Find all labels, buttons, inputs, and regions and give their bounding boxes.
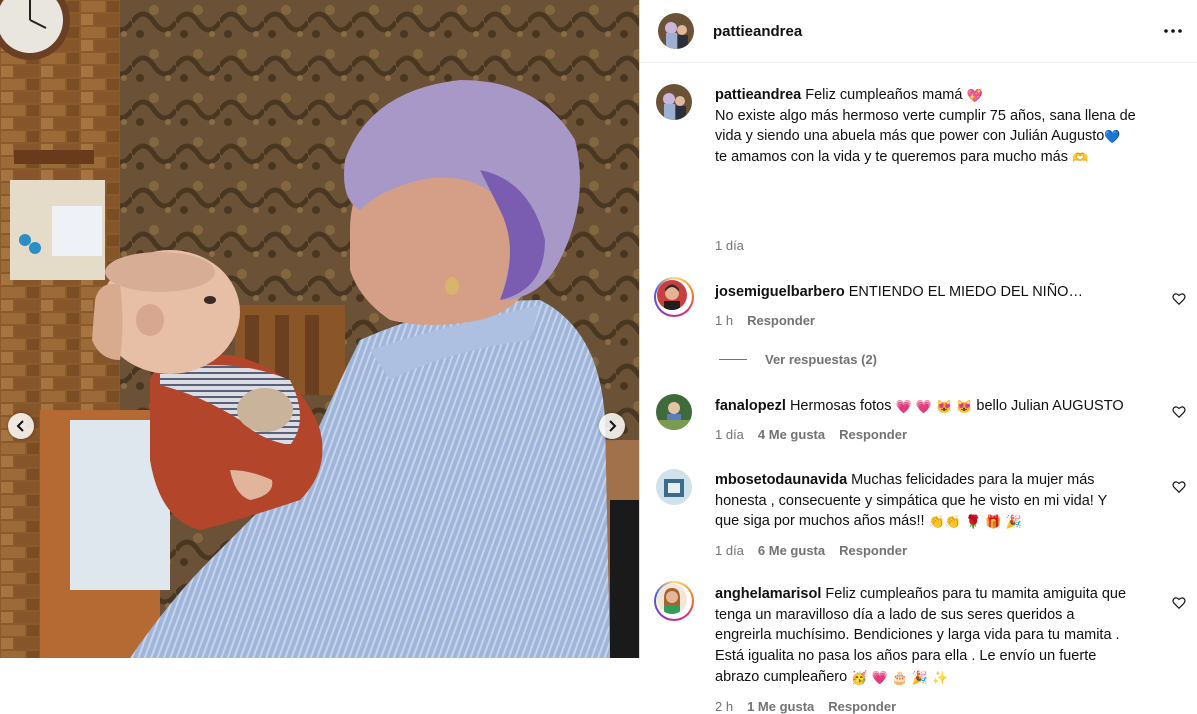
comment-line-1: Feliz cumpleaños para tu mamita amiguita… bbox=[825, 586, 1127, 602]
comment-likes[interactable]: 1 Me gusta bbox=[747, 699, 814, 714]
comment-likes[interactable]: 6 Me gusta bbox=[758, 543, 825, 558]
comment-username[interactable]: anghelamarisol bbox=[715, 586, 821, 602]
pink-heart-emoji: 💗 bbox=[871, 669, 888, 685]
commenter-avatar[interactable] bbox=[656, 469, 692, 505]
heart-outline-icon[interactable] bbox=[1172, 405, 1186, 419]
comment-meta: 1 h Responder bbox=[715, 313, 815, 328]
party-popper-emoji: 🎉 bbox=[911, 669, 929, 685]
comment-text: anghelamarisol Feliz cumpleaños para tu … bbox=[715, 584, 1175, 688]
partying-face-emoji: 🥳 bbox=[851, 669, 868, 685]
more-horizontal-icon[interactable] bbox=[1163, 21, 1183, 41]
clapping-hands-emoji: 👏 bbox=[928, 514, 945, 530]
birthday-cake-emoji: 🎂 bbox=[891, 669, 908, 685]
pink-heart-emoji: 💗 bbox=[915, 399, 932, 414]
commenter-avatar bbox=[657, 584, 687, 614]
comment-text: josemiguelbarbero ENTIENDO EL MIEDO DEL … bbox=[715, 282, 1175, 303]
comment-body-start: Hermosas fotos bbox=[789, 398, 896, 414]
comment-username[interactable]: mbosetodaunavida bbox=[715, 472, 847, 488]
comment-timestamp[interactable]: 2 h bbox=[715, 699, 733, 714]
instagram-post-modal: pattieandrea pattieandrea Feliz cumpleañ… bbox=[0, 0, 1197, 714]
caption-timestamp[interactable]: 1 día bbox=[715, 238, 744, 253]
chevron-left-icon bbox=[16, 420, 24, 432]
commenter-avatar bbox=[657, 280, 687, 310]
caption-line-1: Feliz cumpleaños mamá bbox=[805, 87, 967, 103]
gift-emoji: 🎁 bbox=[985, 514, 1002, 530]
pink-heart-emoji: 💗 bbox=[895, 399, 912, 414]
party-popper-emoji: 🎉 bbox=[1005, 514, 1022, 530]
rose-emoji: 🌹 bbox=[965, 514, 982, 530]
avatar-image bbox=[656, 394, 692, 430]
photo-illustration bbox=[0, 0, 639, 658]
heart-outline-icon[interactable] bbox=[1172, 480, 1186, 494]
avatar-image bbox=[656, 469, 692, 505]
author-username[interactable]: pattieandrea bbox=[713, 23, 802, 40]
comment-line-1: Muchas felicidades para la mujer más bbox=[851, 472, 1095, 488]
heart-eyes-cat-emoji: 😻 bbox=[935, 399, 953, 414]
comment-line-2: honesta , consecuente y simpática que he… bbox=[715, 492, 1108, 509]
comment-line-5: abrazo cumpleañero bbox=[715, 668, 852, 685]
reply-button[interactable]: Responder bbox=[839, 543, 907, 558]
heart-outline-icon[interactable] bbox=[1172, 596, 1186, 610]
sparkling-heart-emoji: 💖 bbox=[966, 88, 983, 103]
story-ring[interactable] bbox=[654, 277, 694, 317]
heart-hands-emoji: 🫶 bbox=[1072, 150, 1089, 166]
comment-timestamp[interactable]: 1 día bbox=[715, 427, 744, 442]
comment-line-2: tenga un maravilloso día a lado de sus s… bbox=[715, 606, 1075, 623]
commenter-avatar[interactable] bbox=[656, 394, 692, 430]
reply-button[interactable]: Responder bbox=[747, 313, 815, 328]
avatar-image bbox=[657, 584, 687, 614]
caption-username[interactable]: pattieandrea bbox=[715, 87, 801, 103]
caption-line-3: vida y siendo una abuela más que power c… bbox=[715, 128, 1105, 145]
comment-text: fanalopezl Hermosas fotos 💗 💗 😻 😻 bello … bbox=[715, 396, 1175, 417]
sparkles-emoji: ✨ bbox=[932, 669, 949, 685]
heart-outline-icon[interactable] bbox=[1172, 292, 1186, 306]
avatar-image bbox=[657, 280, 687, 310]
comment-line-3: engreirla muchísimo. Bendiciones y larga… bbox=[715, 627, 1120, 644]
caption-text: pattieandrea Feliz cumpleaños mamá 💖 No … bbox=[715, 85, 1175, 168]
story-ring[interactable] bbox=[654, 581, 694, 621]
blue-heart-emoji: 💙 bbox=[1104, 129, 1121, 145]
comment-line-4: Está igualita no pasa los años para ella… bbox=[715, 648, 1097, 665]
chevron-right-icon bbox=[609, 420, 617, 432]
comment-line-3: que siga por muchos años más!! bbox=[715, 513, 929, 530]
post-photo[interactable] bbox=[0, 0, 639, 658]
caption-meta: 1 día bbox=[715, 238, 758, 253]
clapping-hands-emoji: 👏 bbox=[944, 514, 961, 530]
replies-divider bbox=[719, 359, 747, 360]
heart-eyes-cat-emoji: 😻 bbox=[956, 399, 973, 414]
view-replies-button[interactable]: Ver respuestas (2) bbox=[719, 352, 877, 367]
caption-author-avatar[interactable] bbox=[656, 84, 692, 120]
comment-username[interactable]: fanalopezl bbox=[715, 398, 786, 414]
view-replies-label: Ver respuestas (2) bbox=[765, 352, 878, 367]
comment-timestamp[interactable]: 1 h bbox=[715, 313, 733, 328]
comment-body: ENTIENDO EL MIEDO DEL NIÑO… bbox=[848, 284, 1083, 300]
author-avatar[interactable] bbox=[658, 13, 694, 49]
next-photo-button[interactable] bbox=[599, 413, 625, 439]
comment-likes[interactable]: 4 Me gusta bbox=[758, 427, 825, 442]
caption-line-4: te amamos con la vida y te queremos para… bbox=[715, 149, 1073, 166]
comment-body-end: bello Julian AUGUSTO bbox=[972, 398, 1124, 414]
comment-text: mbosetodaunavida Muchas felicidades para… bbox=[715, 470, 1175, 532]
reply-button[interactable]: Responder bbox=[839, 427, 907, 442]
comment-meta: 1 día 6 Me gusta Responder bbox=[715, 543, 907, 558]
reply-button[interactable]: Responder bbox=[828, 699, 896, 714]
comments-panel: pattieandrea pattieandrea Feliz cumpleañ… bbox=[639, 0, 1197, 714]
post-header: pattieandrea bbox=[640, 0, 1197, 63]
caption-line-2: No existe algo más hermoso verte cumplir… bbox=[715, 107, 1136, 124]
caption-avatar-image bbox=[656, 84, 692, 120]
comment-timestamp[interactable]: 1 día bbox=[715, 543, 744, 558]
comment-username[interactable]: josemiguelbarbero bbox=[715, 284, 845, 300]
comment-meta: 1 día 4 Me gusta Responder bbox=[715, 427, 907, 442]
author-avatar-image bbox=[658, 13, 694, 49]
previous-photo-button[interactable] bbox=[8, 413, 34, 439]
comment-meta: 2 h 1 Me gusta Responder bbox=[715, 699, 896, 714]
